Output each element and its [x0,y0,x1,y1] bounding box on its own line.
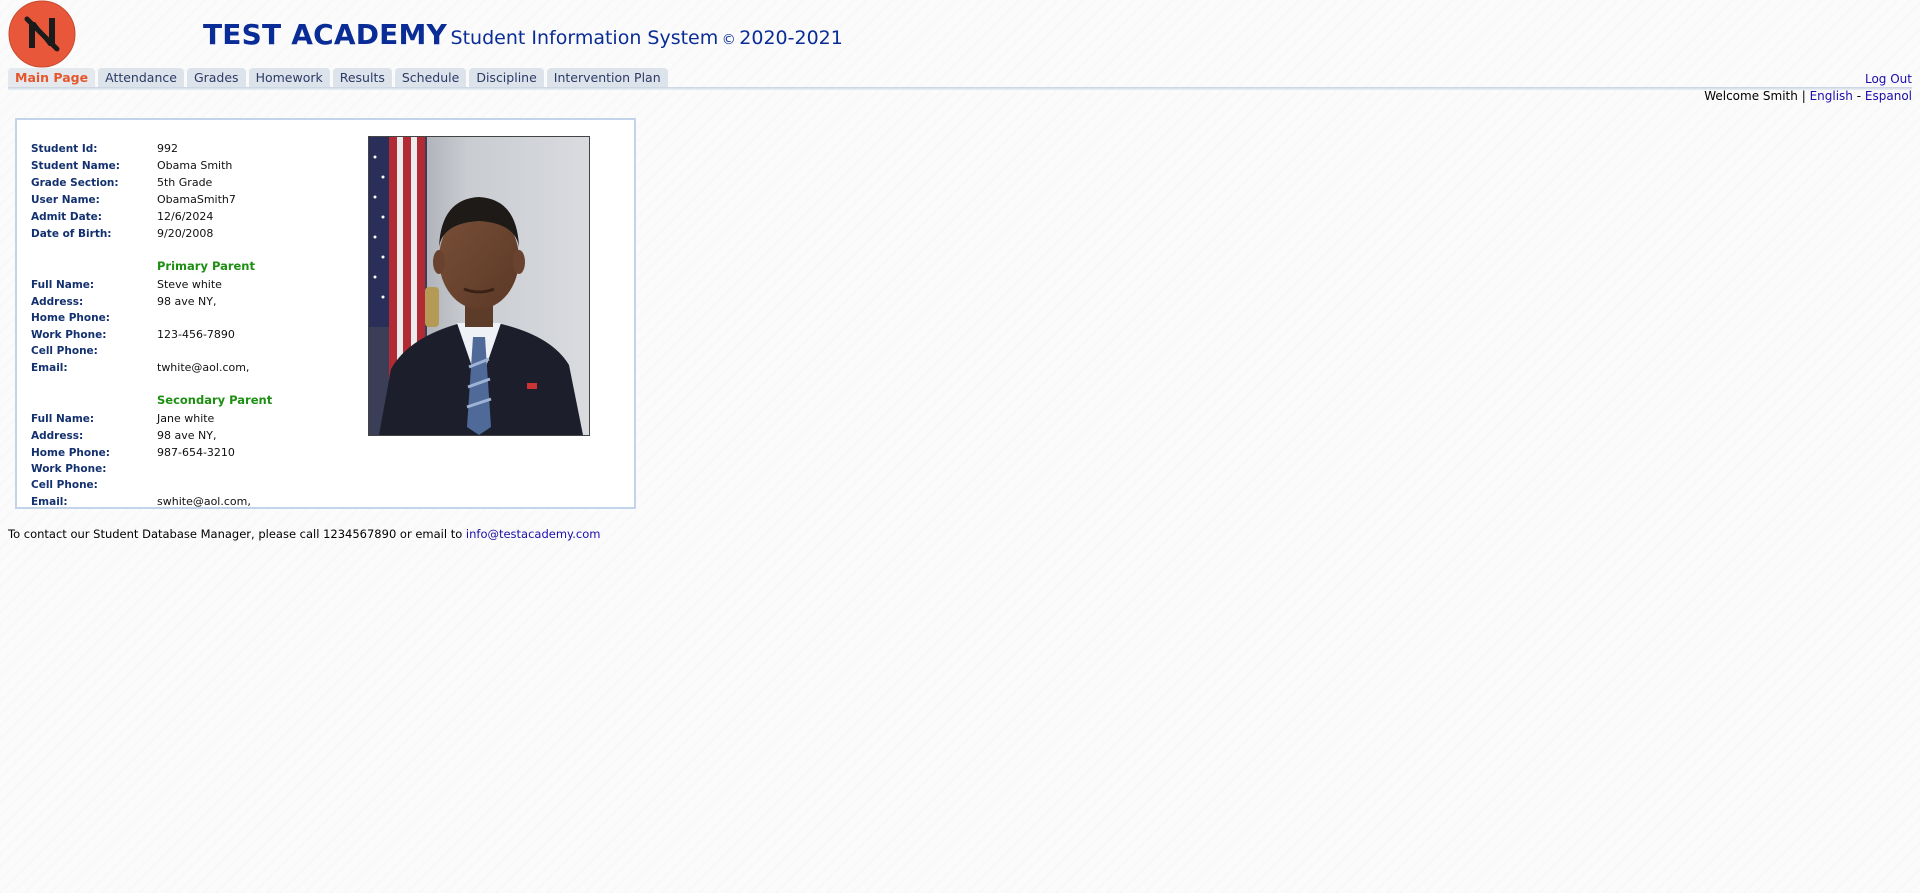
student-id-value: 992 [157,142,178,155]
lang-dash: - [1856,89,1862,103]
tab-homework[interactable]: Homework [248,68,330,88]
grade-section-label: Grade Section: [31,177,119,189]
primary-address-value: 98 ave NY, [157,295,217,308]
primary-full-name-label: Full Name: [31,279,95,291]
logout-link[interactable]: Log Out [1865,72,1912,86]
student-photo [368,136,590,436]
student-id-label: Student Id: [31,143,98,155]
primary-email-value: twhite@aol.com, [157,361,250,374]
tab-grades[interactable]: Grades [186,68,246,88]
copyright-symbol: © [721,32,736,48]
tab-main-page[interactable]: Main Page [8,68,96,88]
primary-parent-heading: Primary Parent [157,259,255,273]
tab-schedule[interactable]: Schedule [394,68,467,88]
primary-email-label: Email: [31,362,68,374]
date-of-birth-value: 9/20/2008 [157,227,214,240]
lang-english-link[interactable]: English [1810,89,1853,103]
date-of-birth-label: Date of Birth: [31,228,112,240]
tab-results[interactable]: Results [332,68,392,88]
primary-full-name-value: Steve white [157,278,222,291]
user-name-value: ObamaSmith7 [157,193,236,206]
secondary-address-value: 98 ave NY, [157,429,217,442]
primary-cell-phone-label: Cell Phone: [31,345,98,357]
tab-attendance[interactable]: Attendance [98,68,184,88]
school-logo-icon[interactable] [8,0,76,68]
secondary-parent-heading: Secondary Parent [157,393,273,407]
student-name-label: Student Name: [31,160,120,172]
welcome-text: Welcome Smith [1704,89,1798,103]
tab-discipline[interactable]: Discipline [469,68,544,88]
secondary-address-label: Address: [31,430,84,442]
welcome-bar: Welcome Smith | English - Espanol [1704,89,1912,103]
secondary-work-phone-label: Work Phone: [31,463,107,475]
student-info-card: Student Id: 992 Student Name: Obama Smit… [15,118,636,509]
secondary-home-phone-label: Home Phone: [31,447,110,459]
title-year-range: 2020-2021 [739,27,843,49]
grade-section-value: 5th Grade [157,176,213,189]
title-subtitle: Student Information System [450,27,719,49]
nav-divider [8,87,1912,90]
admit-date-value: 12/6/2024 [157,210,214,223]
contact-email-link[interactable]: info@testacademy.com [466,527,601,541]
welcome-separator: | [1801,89,1806,103]
student-name-value: Obama Smith [157,159,233,172]
primary-work-phone-label: Work Phone: [31,329,107,341]
secondary-email-label: Email: [31,496,68,508]
contact-text: To contact our Student Database Manager,… [8,527,463,541]
secondary-home-phone-value: 987-654-3210 [157,446,235,459]
title-main: TEST ACADEMY [203,18,448,51]
secondary-cell-phone-label: Cell Phone: [31,479,98,491]
contact-footer: To contact our Student Database Manager,… [8,527,600,541]
admit-date-label: Admit Date: [31,211,102,223]
user-name-label: User Name: [31,194,100,206]
site-title: TEST ACADEMY Student Information System … [203,18,843,51]
primary-address-label: Address: [31,296,84,308]
tab-intervention-plan[interactable]: Intervention Plan [546,68,668,88]
secondary-full-name-value: Jane white [157,412,215,425]
main-nav-tabs: Main Page Attendance Grades Homework Res… [8,68,668,88]
student-portrait-icon [369,137,589,435]
primary-home-phone-label: Home Phone: [31,312,110,324]
secondary-email-value: swhite@aol.com, [157,495,251,508]
secondary-full-name-label: Full Name: [31,413,95,425]
primary-work-phone-value: 123-456-7890 [157,328,235,341]
lang-espanol-link[interactable]: Espanol [1865,89,1912,103]
